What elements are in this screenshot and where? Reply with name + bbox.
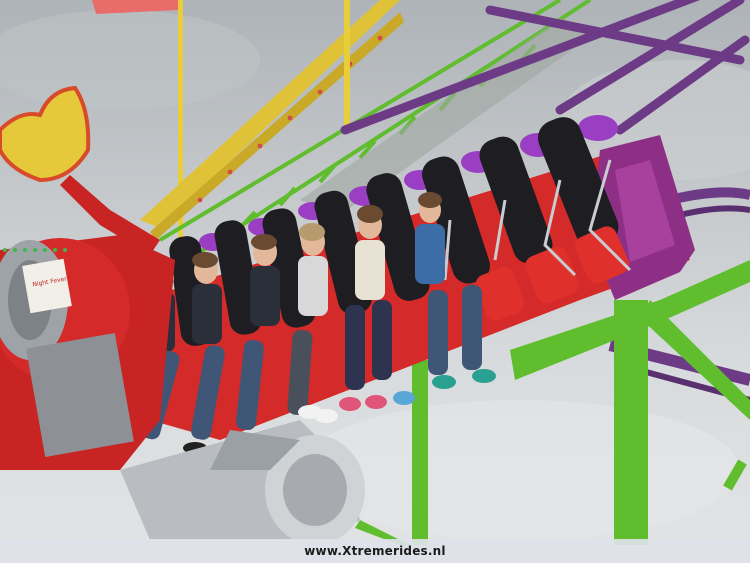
watermark-text: www.Xtremerides.nl bbox=[304, 544, 446, 558]
ride-sign: Night Fever bbox=[22, 258, 72, 314]
watermark-bar: www.Xtremerides.nl bbox=[0, 539, 750, 563]
hydraulic-drum bbox=[120, 420, 365, 545]
ride-illustration: Night Fever bbox=[0, 0, 750, 545]
bird-sculpture bbox=[0, 85, 160, 255]
ride-photo: Night Fever www.Xtremerides.nl bbox=[0, 0, 750, 563]
